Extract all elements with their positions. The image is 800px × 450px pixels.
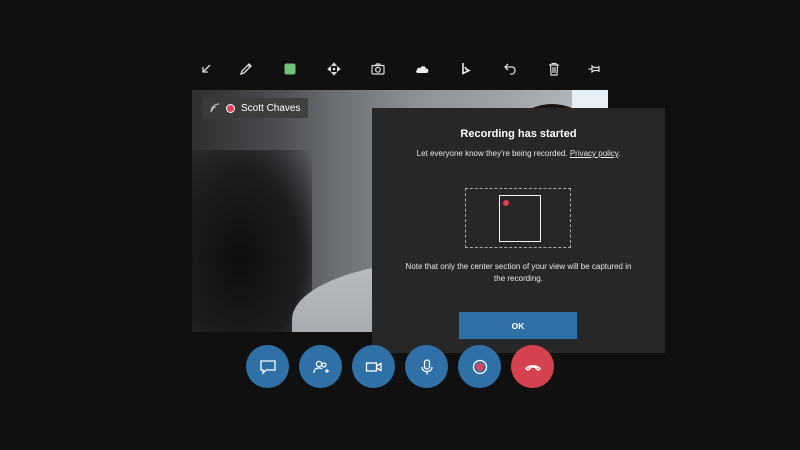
record-button[interactable] xyxy=(458,345,501,388)
privacy-policy-link[interactable]: Privacy policy xyxy=(570,149,618,158)
subtitle-text: Let everyone know they're being recorded… xyxy=(416,149,568,158)
call-controls xyxy=(246,345,556,389)
recording-indicator-icon xyxy=(226,103,235,113)
add-people-button[interactable] xyxy=(299,345,342,388)
annotation-toolbar xyxy=(188,56,618,82)
move-icon[interactable] xyxy=(321,56,347,82)
record-icon xyxy=(472,359,487,374)
bing-icon[interactable] xyxy=(453,56,479,82)
participant-name-tag: Scott Chaves xyxy=(203,98,309,118)
capture-area-illustration xyxy=(465,188,571,248)
captured-center-frame xyxy=(499,195,541,242)
camera-icon[interactable] xyxy=(365,56,391,82)
dialog-title: Recording has started xyxy=(460,128,577,140)
add-people-icon xyxy=(312,360,329,373)
dialog-note: Note that only the center section of you… xyxy=(405,262,632,283)
pin-icon[interactable] xyxy=(582,56,608,82)
recording-dialog: Recording has started Let everyone know … xyxy=(372,108,665,353)
chat-icon xyxy=(259,359,276,375)
video-button[interactable] xyxy=(352,345,395,388)
chat-button[interactable] xyxy=(246,345,289,388)
undo-icon[interactable] xyxy=(497,56,523,82)
subtitle-end: . xyxy=(618,149,621,158)
pen-icon[interactable] xyxy=(233,56,259,82)
record-dot-icon xyxy=(503,200,509,206)
background-shadow xyxy=(192,150,312,332)
window-light xyxy=(572,90,608,110)
dialog-subtitle: Let everyone know they're being recorded… xyxy=(372,149,665,158)
end-call-icon xyxy=(524,364,541,371)
end-call-button[interactable] xyxy=(511,345,554,388)
microphone-icon xyxy=(420,358,433,374)
video-camera-icon xyxy=(365,361,382,372)
signal-icon xyxy=(210,103,220,113)
collapse-icon[interactable] xyxy=(193,56,219,82)
participant-name: Scott Chaves xyxy=(241,102,301,114)
onedrive-icon[interactable] xyxy=(409,56,435,82)
trash-icon[interactable] xyxy=(541,56,567,82)
color-swatch-icon[interactable] xyxy=(277,56,303,82)
ok-button[interactable]: OK xyxy=(459,312,577,339)
microphone-button[interactable] xyxy=(405,345,448,388)
